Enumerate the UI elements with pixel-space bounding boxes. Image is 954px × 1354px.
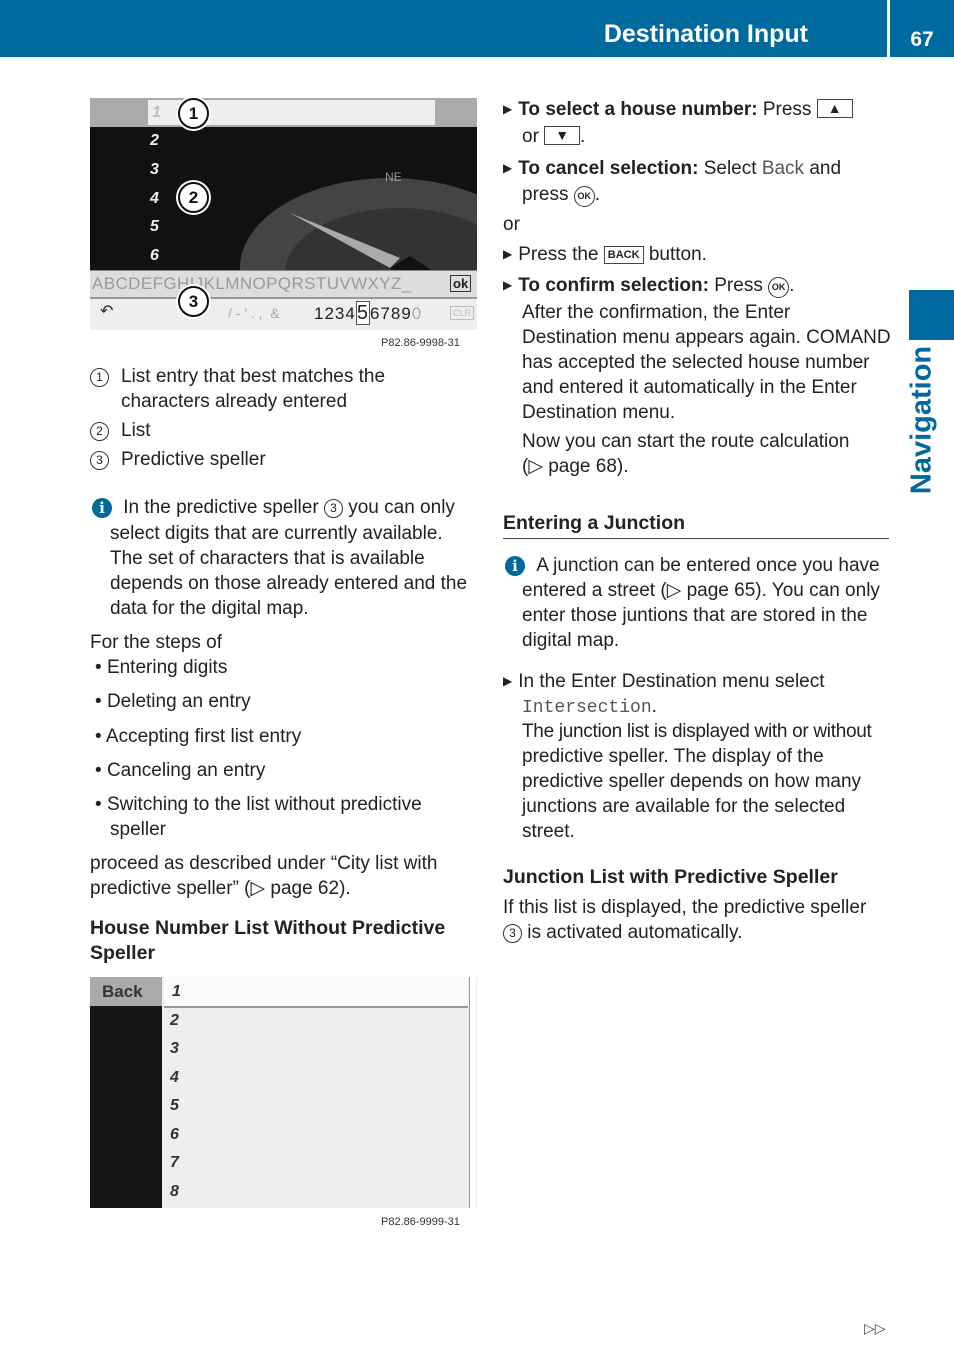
proceed-text: proceed as described under “City list wi…	[90, 853, 438, 874]
callout-3: 3	[178, 286, 209, 317]
figure-code: P82.86-9999-31	[381, 1216, 460, 1228]
list-entry[interactable]: 8	[170, 1183, 179, 1201]
figure-code: P82.86-9998-31	[381, 337, 460, 349]
body-text: predictive speller. The display of the	[522, 746, 824, 767]
selected-digit: 5	[355, 301, 370, 325]
list-entry: 6	[150, 247, 159, 264]
proceed-text[interactable]: predictive speller” (▷ page 62).	[90, 876, 351, 901]
body-text: Destination menu appears again. COMAND	[522, 327, 891, 348]
list-entry: 1	[152, 104, 161, 121]
ok-button-icon: OK	[768, 277, 790, 298]
step-cancel: ▶ To cancel selection: Select Back and	[503, 158, 842, 179]
heading-entering-junction: Entering a Junction	[503, 512, 686, 534]
body-text: Destination menu.	[522, 402, 676, 423]
info-text: entered a street (▷ page 65). You can on…	[522, 580, 880, 601]
continue-icon: ▷▷	[864, 1320, 886, 1336]
back-arrow-icon[interactable]: ↶	[100, 301, 113, 321]
step-cancel-cont: press OK.	[522, 184, 601, 207]
legend-item: 1 List entry that best matches the	[90, 364, 385, 389]
list-entry[interactable]: 5	[170, 1097, 179, 1115]
compass-label: NE	[385, 170, 402, 184]
heading-house-number: Speller	[90, 942, 156, 964]
list-entry[interactable]: 6	[170, 1126, 179, 1144]
callout-1: 1	[178, 98, 209, 129]
figure-house-number-list: Back	[90, 977, 477, 1208]
list-entry[interactable]: 7	[170, 1154, 179, 1172]
legend-item: 3 Predictive speller	[90, 447, 266, 472]
heading-house-number: House Number List Without Predictive	[90, 917, 446, 939]
scrollbar[interactable]	[469, 977, 476, 1208]
page-ref-link[interactable]: (▷ page 68).	[522, 454, 629, 479]
step-item: • Accepting first list entry	[95, 726, 302, 747]
up-key[interactable]: ▲	[816, 99, 853, 118]
body-text: street.	[522, 821, 575, 842]
list-entry: 4	[150, 190, 159, 207]
step-select-house-number: ▶ To select a house number: Press ▲	[503, 97, 853, 122]
step-item: • Switching to the list without predicti…	[95, 794, 422, 815]
callout-2: 2	[178, 182, 209, 213]
body-text: junctions are available for the selected	[522, 796, 846, 817]
step-select-cont: or ▼.	[522, 126, 586, 147]
body-text: Now you can start the route calculation	[522, 431, 850, 452]
step-confirm: ▶ To confirm selection: Press OK.	[503, 275, 795, 298]
steps-intro: For the steps of	[90, 632, 223, 653]
legend-item: 2 List	[90, 418, 151, 443]
letter-row[interactable]: ABCDEFGHIJKLMNOPQRSTUVWXYZ_	[92, 274, 412, 294]
section-title: Destination Input	[603, 20, 808, 48]
down-key[interactable]: ▼	[544, 126, 581, 145]
step-item: • Canceling an entry	[95, 760, 266, 781]
page-header: Destination Input	[0, 0, 887, 57]
list-entry: 3	[150, 161, 159, 178]
list-entry: 5	[150, 218, 159, 235]
info-text: select digits that are currently availab…	[110, 523, 443, 544]
body-text: After the confirmation, the Enter	[522, 302, 791, 323]
body-text: and entered it automatically in the Ente…	[522, 377, 857, 398]
body-text: has accepted the selected house number	[522, 352, 870, 373]
step-item-cont: speller	[110, 819, 166, 840]
or-text: or	[503, 214, 520, 235]
list-entry[interactable]: 4	[170, 1069, 179, 1087]
figure-predictive-speller: NE ABCDEFGHIJKLMNOPQRSTUVWXYZ_ ok ↶ / - …	[90, 98, 477, 330]
ok-key[interactable]: ok	[450, 275, 472, 292]
step-item: • Entering digits	[95, 657, 228, 678]
manual-page: Destination Input 67 Navigation NE ABCDE…	[0, 0, 954, 1354]
list-entry[interactable]: 3	[170, 1040, 179, 1058]
digit-row[interactable]: 1234567890	[314, 301, 422, 325]
back-key: BACK	[603, 246, 644, 264]
list-entry[interactable]: 2	[170, 1012, 179, 1030]
info-note: i In the predictive speller 3 you can on…	[92, 495, 455, 520]
menu-item-intersection: Intersection.	[522, 696, 657, 718]
info-text: depends on those already entered and the	[110, 573, 468, 594]
heading-rule	[503, 538, 889, 539]
step-item: • Deleting an entry	[95, 691, 251, 712]
step-press-back: ▶ Press the BACK button.	[503, 244, 707, 265]
body-text: predictive speller depends on how many	[522, 771, 862, 792]
info-text: The set of characters that is available	[110, 548, 425, 569]
body-text: 3 is activated automatically.	[503, 920, 742, 945]
info-icon: i	[505, 556, 525, 576]
body-text: The junction list is displayed with or w…	[522, 721, 872, 742]
side-tab-marker	[909, 290, 954, 340]
symbol-row[interactable]: / - ' . , &	[228, 305, 280, 321]
body-text: If this list is displayed, the predictiv…	[503, 897, 867, 918]
side-tab-label: Navigation	[905, 345, 938, 495]
legend-text: characters already entered	[121, 391, 348, 412]
info-text: enter those juntions that are stored in …	[522, 605, 868, 626]
info-note: i A junction can be entered once you hav…	[505, 553, 880, 578]
clr-key[interactable]: CLR	[450, 306, 475, 320]
info-text: digital map.	[522, 630, 620, 651]
list-entry: 2	[150, 132, 159, 149]
step-select-intersection: ▶ In the Enter Destination menu select	[503, 671, 825, 692]
page-number: 67	[890, 0, 954, 57]
back-button[interactable]: Back	[102, 982, 143, 1002]
info-icon: i	[92, 498, 112, 518]
ok-button-icon: OK	[573, 186, 595, 207]
heading-junction-list: Junction List with Predictive Speller	[503, 866, 838, 888]
info-text: data for the digital map.	[110, 598, 309, 619]
list-entry[interactable]: 1	[172, 983, 181, 1001]
